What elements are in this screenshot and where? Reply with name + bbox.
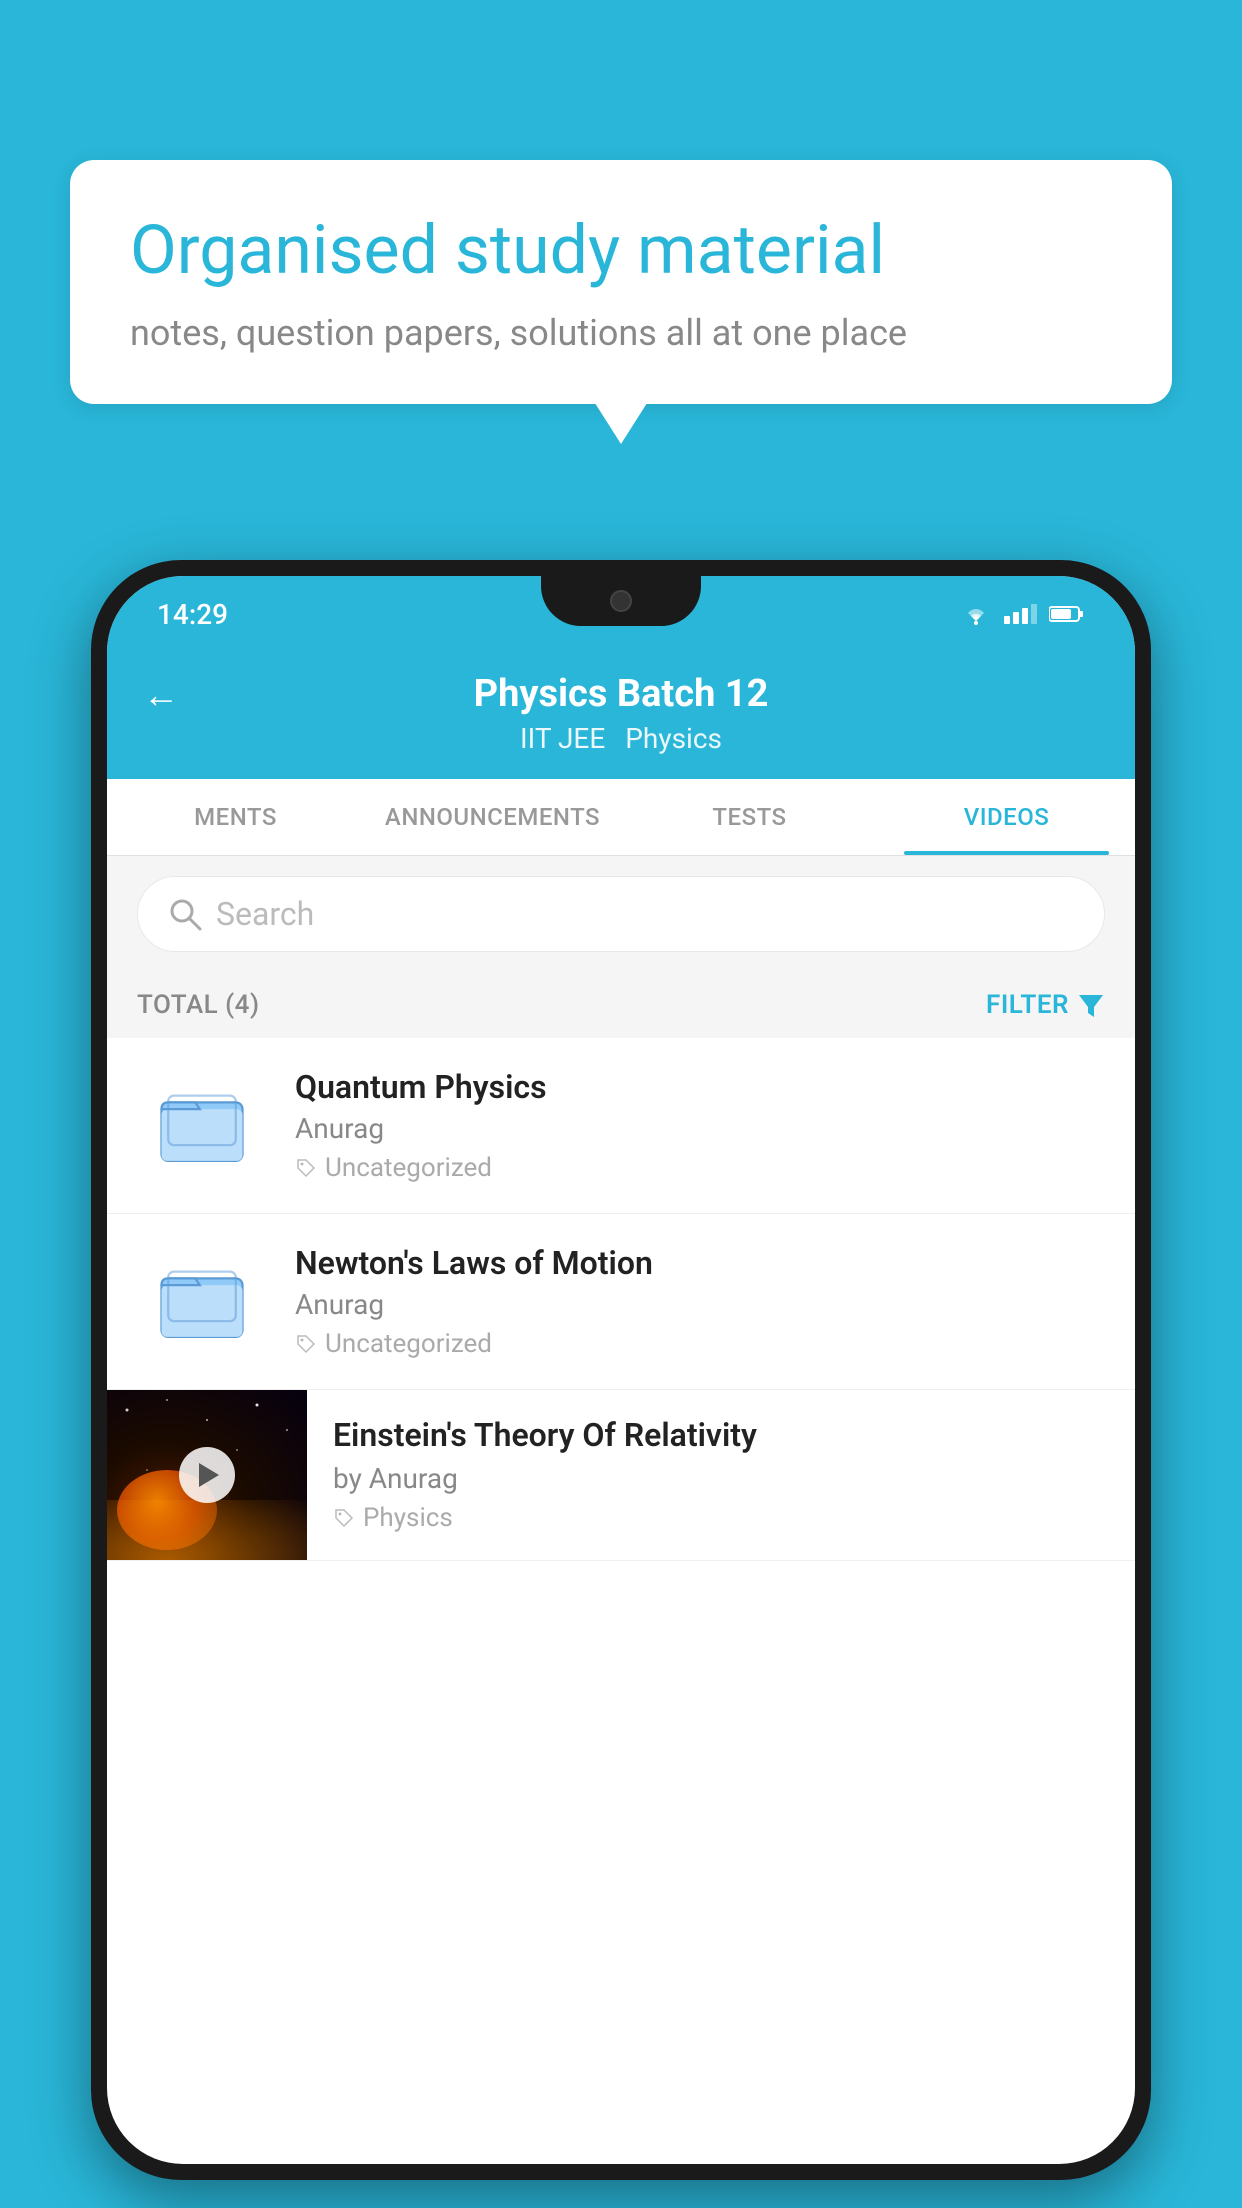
video-thumbnail — [107, 1390, 307, 1560]
battery-icon — [1049, 604, 1085, 624]
video-title: Einstein's Theory Of Relativity — [333, 1416, 1109, 1454]
video-tag: Uncategorized — [295, 1329, 1105, 1359]
video-author: Anurag — [295, 1112, 1105, 1145]
video-info: Einstein's Theory Of Relativity by Anura… — [307, 1390, 1135, 1559]
tag-icon — [295, 1333, 317, 1355]
video-info: Quantum Physics Anurag Uncategorized — [295, 1068, 1105, 1183]
filter-label: FILTER — [986, 990, 1069, 1020]
folder-thumbnail — [137, 1076, 267, 1176]
camera-icon — [610, 590, 632, 612]
play-triangle-icon — [199, 1463, 219, 1487]
folder-icon — [157, 1257, 247, 1347]
video-list: Quantum Physics Anurag Uncategorized — [107, 1038, 1135, 1561]
video-title: Quantum Physics — [295, 1068, 1105, 1106]
tab-announcements[interactable]: ANNOUNCEMENTS — [364, 779, 621, 855]
header-tags: IIT JEE Physics — [520, 722, 722, 755]
tag-icon — [333, 1507, 355, 1529]
tag-icon — [295, 1157, 317, 1179]
filter-button[interactable]: FILTER — [986, 990, 1105, 1020]
list-item[interactable]: Quantum Physics Anurag Uncategorized — [107, 1038, 1135, 1214]
phone-frame: 14:29 — [91, 560, 1151, 2180]
speech-bubble: Organised study material notes, question… — [70, 160, 1172, 404]
tag-label: Physics — [363, 1503, 453, 1533]
search-bar[interactable]: Search — [137, 876, 1105, 952]
app-header: ← Physics Batch 12 IIT JEE Physics — [107, 652, 1135, 779]
tag-label: Uncategorized — [325, 1153, 492, 1183]
header-tag-physics: Physics — [625, 722, 722, 755]
video-info: Newton's Laws of Motion Anurag Uncategor… — [295, 1244, 1105, 1359]
video-tag: Physics — [333, 1503, 1109, 1533]
phone-screen: 14:29 — [107, 576, 1135, 2164]
total-count: TOTAL (4) — [137, 990, 260, 1020]
header-tag-iitjee: IIT JEE — [520, 722, 605, 755]
notch — [541, 576, 701, 626]
header-title: Physics Batch 12 — [474, 672, 769, 716]
status-time: 14:29 — [157, 598, 228, 631]
filter-row: TOTAL (4) FILTER — [107, 972, 1135, 1038]
folder-thumbnail — [137, 1252, 267, 1352]
signal-icon — [1004, 604, 1037, 624]
back-button[interactable]: ← — [143, 674, 179, 716]
tab-ments[interactable]: MENTS — [107, 779, 364, 855]
tab-tests[interactable]: TESTS — [621, 779, 878, 855]
tabs-container: MENTS ANNOUNCEMENTS TESTS VIDEOS — [107, 779, 1135, 856]
bubble-subtitle: notes, question papers, solutions all at… — [130, 312, 1112, 354]
status-bar: 14:29 — [107, 576, 1135, 652]
list-item[interactable]: Einstein's Theory Of Relativity by Anura… — [107, 1390, 1135, 1561]
search-icon — [168, 897, 202, 931]
video-author: Anurag — [295, 1288, 1105, 1321]
search-container: Search — [107, 856, 1135, 972]
search-placeholder: Search — [216, 895, 314, 933]
bubble-title: Organised study material — [130, 210, 1112, 292]
video-tag: Uncategorized — [295, 1153, 1105, 1183]
video-author: by Anurag — [333, 1462, 1109, 1495]
tab-videos[interactable]: VIDEOS — [878, 779, 1135, 855]
list-item[interactable]: Newton's Laws of Motion Anurag Uncategor… — [107, 1214, 1135, 1390]
wifi-icon — [960, 603, 992, 625]
status-icons — [960, 603, 1085, 625]
filter-funnel-icon — [1077, 991, 1105, 1019]
tag-label: Uncategorized — [325, 1329, 492, 1359]
video-title: Newton's Laws of Motion — [295, 1244, 1105, 1282]
play-button[interactable] — [179, 1447, 235, 1503]
folder-icon — [157, 1081, 247, 1171]
